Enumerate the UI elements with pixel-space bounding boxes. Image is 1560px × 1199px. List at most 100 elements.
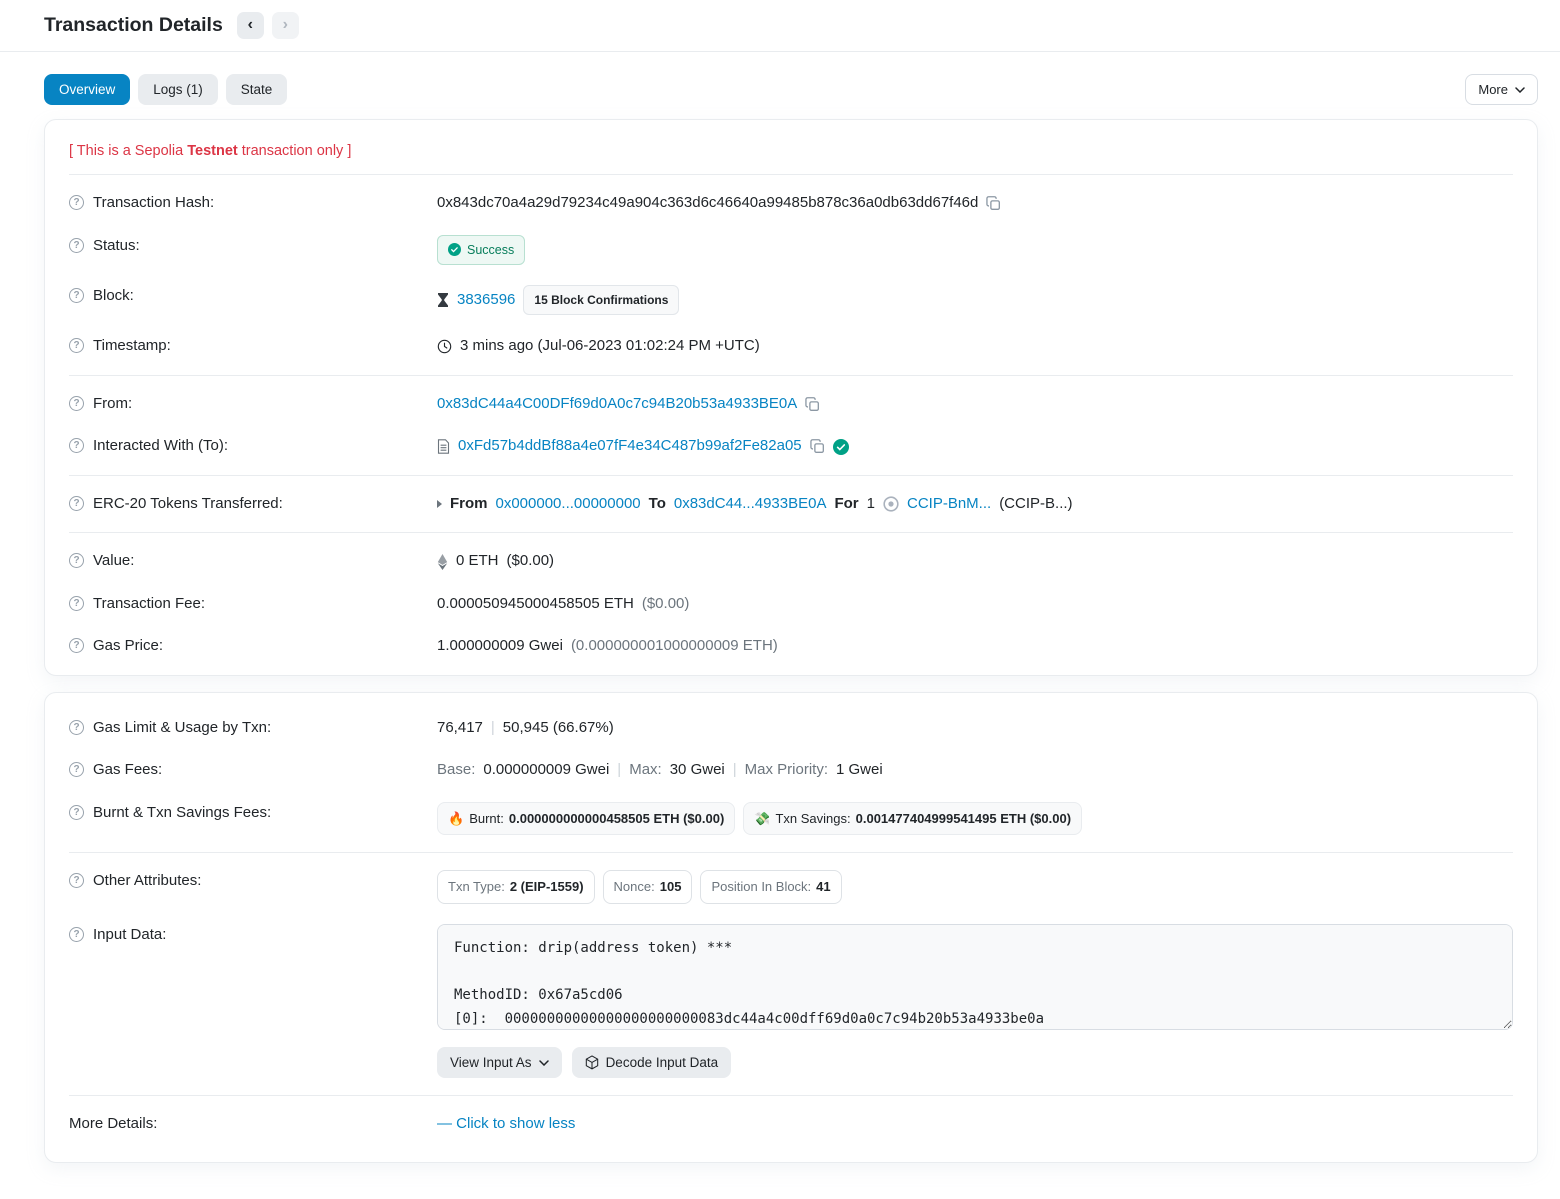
testnet-notice: [ This is a Sepolia Testnet transaction … (69, 120, 1513, 174)
txn-type-label: Txn Type: (448, 877, 505, 897)
help-icon[interactable]: ? (69, 338, 84, 353)
position-in-block-badge: Position In Block: 41 (700, 870, 841, 904)
row-transaction-fee: ? Transaction Fee: 0.000050945000458505 … (69, 583, 1513, 626)
block-number-link[interactable]: 3836596 (457, 289, 515, 312)
gas-price-alt: (0.000000001000000009 ETH) (571, 635, 778, 658)
token-symbol: (CCIP-B...) (999, 493, 1072, 516)
help-icon[interactable]: ? (69, 638, 84, 653)
transaction-hash-label: Transaction Hash: (93, 192, 214, 215)
input-data-textarea[interactable]: Function: drip(address token) *** Method… (437, 924, 1513, 1030)
copy-from-address-button[interactable] (805, 397, 820, 412)
row-timestamp: ? Timestamp: 3 mins ago (Jul-06-2023 01:… (69, 325, 1513, 368)
separator: | (617, 759, 621, 782)
max-priority-value: 1 Gwei (836, 759, 883, 782)
copy-icon (810, 439, 825, 454)
max-fee-value: 30 Gwei (670, 759, 725, 782)
row-input-data: ? Input Data: Function: drip(address tok… (69, 914, 1513, 1089)
burnt-fee-badge: 🔥 Burnt: 0.000000000000458505 ETH ($0.00… (437, 802, 735, 836)
value-label: Value: (93, 550, 134, 573)
more-details-group: More Details: — Click to show less (69, 1096, 1513, 1162)
help-icon[interactable]: ? (69, 396, 84, 411)
copy-to-address-button[interactable] (810, 439, 825, 454)
eth-icon (437, 554, 448, 570)
cube-icon (585, 1055, 599, 1070)
transaction-fee-label: Transaction Fee: (93, 593, 205, 616)
notice-suffix: transaction only ] (238, 143, 352, 159)
minus-icon: — (437, 1115, 452, 1132)
txn-savings-label: Txn Savings: (775, 809, 850, 829)
row-from: ? From: 0x83dC44a4C00DFf69d0A0c7c94B20b5… (69, 383, 1513, 426)
txn-savings-value: 0.001477404999541495 ETH ($0.00) (856, 809, 1071, 829)
transfer-amount: 1 (867, 493, 875, 516)
hourglass-icon (437, 293, 449, 307)
separator: | (733, 759, 737, 782)
more-button[interactable]: More (1465, 74, 1538, 105)
view-input-as-button[interactable]: View Input As (437, 1047, 562, 1078)
gas-limit-label: Gas Limit & Usage by Txn: (93, 717, 271, 740)
notice-bold: Testnet (187, 143, 238, 159)
to-address-link[interactable]: 0xFd57b4ddBf88a4e07fF4e34C487b99af2Fe82a… (458, 435, 802, 458)
from-label: From: (93, 393, 132, 416)
position-label: Position In Block: (711, 877, 811, 897)
copy-transaction-hash-button[interactable] (986, 196, 1001, 211)
nonce-value: 105 (660, 877, 682, 897)
burnt-savings-label: Burnt & Txn Savings Fees: (93, 802, 271, 825)
burnt-label: Burnt: (469, 809, 504, 829)
help-icon[interactable]: ? (69, 553, 84, 568)
help-icon[interactable]: ? (69, 805, 84, 820)
position-value: 41 (816, 877, 830, 897)
row-block: ? Block: 3836596 15 Block Confirmations (69, 275, 1513, 325)
help-icon[interactable]: ? (69, 496, 84, 511)
row-status: ? Status: Success (69, 225, 1513, 276)
txn-type-badge: Txn Type: 2 (EIP-1559) (437, 870, 595, 904)
show-less-link[interactable]: — Click to show less (437, 1113, 575, 1136)
help-icon[interactable]: ? (69, 195, 84, 210)
check-circle-icon (448, 243, 461, 256)
prev-transaction-button[interactable]: ‹ (237, 12, 264, 39)
transaction-fee-usd: ($0.00) (642, 593, 690, 616)
help-icon[interactable]: ? (69, 238, 84, 253)
transfer-from-label: From (450, 493, 488, 516)
more-button-label: More (1478, 82, 1508, 97)
tab-logs[interactable]: Logs (1) (138, 74, 218, 105)
erc20-label: ERC-20 Tokens Transferred: (93, 493, 283, 516)
row-other-attributes: ? Other Attributes: Txn Type: 2 (EIP-155… (69, 860, 1513, 914)
nonce-badge: Nonce: 105 (603, 870, 693, 904)
status-badge: Success (437, 235, 525, 266)
row-burnt-savings: ? Burnt & Txn Savings Fees: 🔥 Burnt: 0.0… (69, 792, 1513, 846)
tab-overview[interactable]: Overview (44, 74, 130, 105)
txn-type-value: 2 (EIP-1559) (510, 877, 584, 897)
decode-input-data-button[interactable]: Decode Input Data (572, 1047, 732, 1078)
other-attributes-label: Other Attributes: (93, 870, 201, 893)
from-address-link[interactable]: 0x83dC44a4C00DFf69d0A0c7c94B20b53a4933BE… (437, 393, 797, 416)
gas-group: ? Gas Limit & Usage by Txn: 76,417 | 50,… (69, 693, 1513, 853)
tab-state[interactable]: State (226, 74, 288, 105)
chevron-right-icon: › (283, 16, 288, 34)
header-divider (0, 51, 1560, 52)
help-icon[interactable]: ? (69, 288, 84, 303)
attributes-input-group: ? Other Attributes: Txn Type: 2 (EIP-155… (69, 853, 1513, 1095)
transfer-to-address-link[interactable]: 0x83dC44...4933BE0A (674, 493, 827, 516)
row-gas-fees: ? Gas Fees: Base: 0.000000009 Gwei | Max… (69, 749, 1513, 792)
transaction-hash-value: 0x843dc70a4a29d79234c49a904c363d6c46640a… (437, 192, 978, 215)
chevron-down-icon (539, 1060, 549, 1066)
tabs: Overview Logs (1) State (44, 74, 287, 105)
fire-icon: 🔥 (448, 809, 464, 829)
chevron-down-icon (1515, 87, 1525, 93)
timestamp-value: 3 mins ago (Jul-06-2023 01:02:24 PM +UTC… (460, 335, 760, 358)
help-icon[interactable]: ? (69, 596, 84, 611)
base-fee-label: Base: (437, 759, 475, 782)
block-label: Block: (93, 285, 134, 308)
help-icon[interactable]: ? (69, 720, 84, 735)
help-icon[interactable]: ? (69, 927, 84, 942)
transfer-from-address-link[interactable]: 0x000000...00000000 (496, 493, 641, 516)
chevron-left-icon: ‹ (248, 16, 253, 34)
page-title: Transaction Details (44, 14, 223, 37)
help-icon[interactable]: ? (69, 873, 84, 888)
token-name-link[interactable]: CCIP-BnM... (907, 493, 991, 516)
next-transaction-button[interactable]: › (272, 12, 299, 39)
help-icon[interactable]: ? (69, 438, 84, 453)
input-data-label: Input Data: (93, 924, 166, 947)
help-icon[interactable]: ? (69, 762, 84, 777)
txn-savings-badge: 💸 Txn Savings: 0.001477404999541495 ETH … (743, 802, 1082, 836)
